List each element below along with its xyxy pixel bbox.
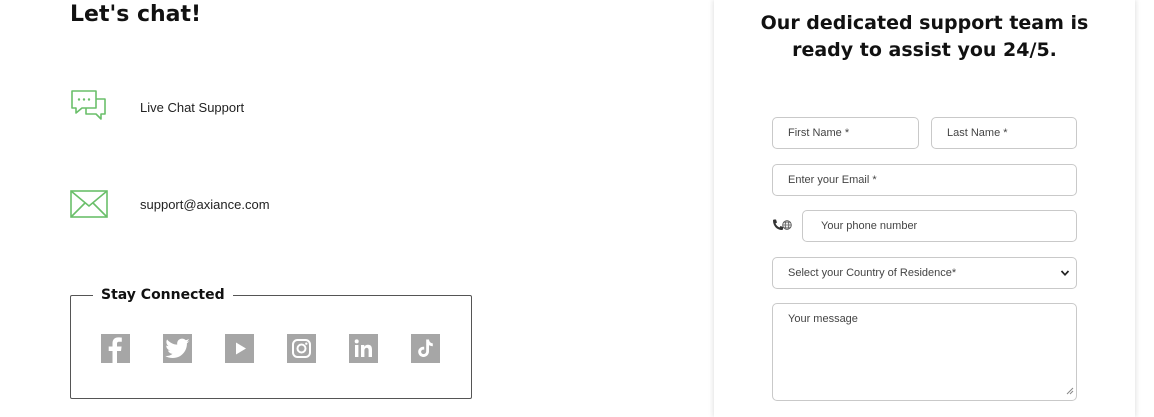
phone-placeholder: Your phone number [821, 220, 918, 232]
live-chat-row[interactable]: Live Chat Support [70, 88, 244, 122]
first-name-input[interactable]: First Name * [772, 117, 919, 149]
tiktok-icon[interactable] [411, 334, 440, 363]
phone-input[interactable]: Your phone number [802, 210, 1077, 242]
facebook-icon[interactable] [101, 334, 130, 363]
stay-connected-title: Stay Connected [93, 287, 233, 303]
envelope-icon [70, 187, 108, 221]
youtube-icon[interactable] [225, 334, 254, 363]
chevron-down-icon [1060, 268, 1070, 281]
instagram-icon[interactable] [287, 334, 316, 363]
form-title-line-1: Our dedicated support team is [760, 12, 1089, 34]
social-links [101, 334, 440, 363]
contact-page: Let's chat! Live Chat Support support@ax… [0, 0, 1154, 417]
country-placeholder: Select your Country of Residence* [788, 267, 957, 279]
chat-bubbles-icon [70, 88, 108, 122]
first-name-placeholder: First Name * [788, 127, 850, 139]
last-name-placeholder: Last Name * [947, 127, 1008, 139]
message-placeholder: Your message [788, 313, 858, 325]
email-contact-row[interactable]: support@axiance.com [70, 187, 270, 221]
lets-chat-heading: Let's chat! [70, 2, 202, 27]
support-email-link[interactable]: support@axiance.com [140, 197, 270, 212]
last-name-input[interactable]: Last Name * [931, 117, 1077, 149]
phone-globe-icon[interactable] [771, 218, 793, 232]
form-title-line-2: ready to assist you 24/5. [792, 39, 1057, 61]
support-form-panel: Our dedicated support team is ready to a… [714, 0, 1135, 417]
form-title: Our dedicated support team is ready to a… [714, 10, 1135, 64]
linkedin-icon[interactable] [349, 334, 378, 363]
message-textarea[interactable]: Your message [772, 303, 1077, 401]
live-chat-label[interactable]: Live Chat Support [140, 100, 244, 115]
email-placeholder: Enter your Email * [788, 174, 877, 186]
resize-handle-icon[interactable] [1065, 386, 1074, 398]
email-input[interactable]: Enter your Email * [772, 164, 1077, 196]
stay-connected-box: Stay Connected [70, 287, 472, 399]
twitter-icon[interactable] [163, 334, 192, 363]
country-select[interactable]: Select your Country of Residence* [772, 257, 1077, 289]
